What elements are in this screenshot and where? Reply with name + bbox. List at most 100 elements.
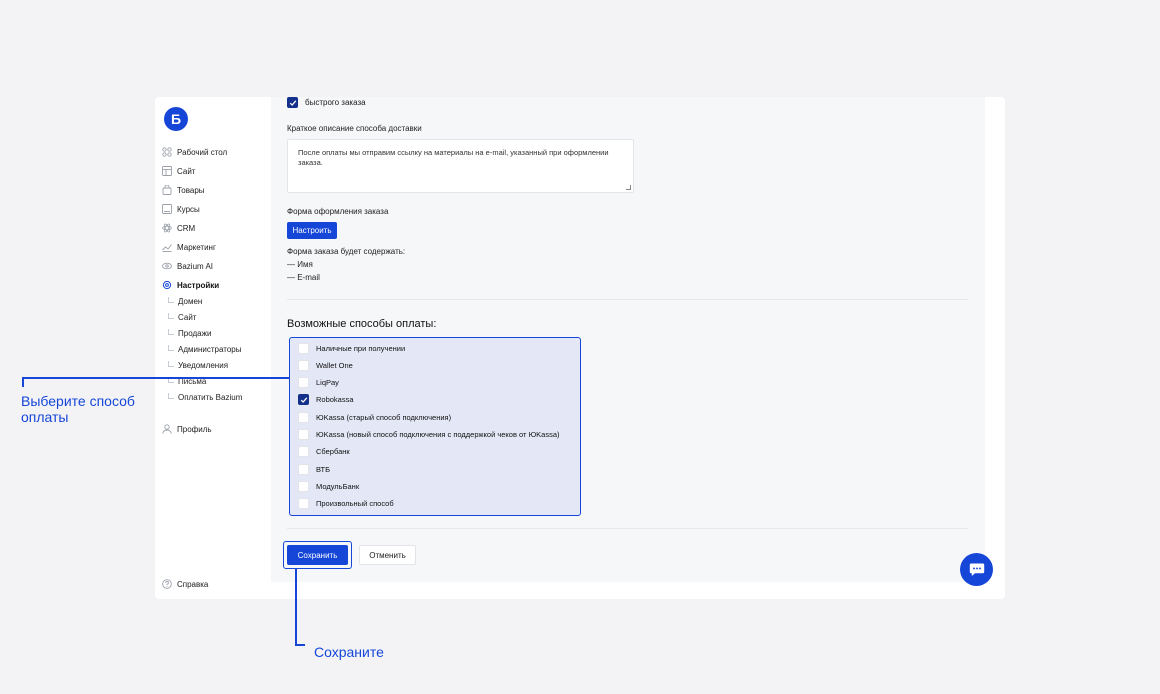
sidebar: Б Рабочий стол Сайт Товары Курсы CRM Мар [155, 97, 271, 599]
sidebar-subitem-label: Оплатить Bazium [178, 392, 243, 402]
sidebar-item-marketing[interactable]: Маркетинг [162, 240, 216, 254]
payment-method-label: Robokassa [316, 395, 354, 404]
tree-connector [168, 360, 174, 367]
payment-checkbox[interactable] [298, 498, 309, 509]
payment-checkbox[interactable] [298, 343, 309, 354]
sidebar-item-crm[interactable]: CRM [162, 221, 195, 235]
order-form-label: Форма оформления заказа [287, 207, 389, 216]
sidebar-item-label: Профиль [177, 424, 212, 434]
quick-order-row: быстрого заказа [287, 97, 366, 108]
sidebar-item-site[interactable]: Сайт [162, 164, 195, 178]
payment-method-label: Сбербанк [316, 447, 350, 456]
sidebar-item-dashboard[interactable]: Рабочий стол [162, 145, 227, 159]
sidebar-item-label: Курсы [177, 204, 200, 214]
order-form-contents-title: Форма заказа будет содержать: [287, 247, 406, 256]
sidebar-subitem-admins[interactable]: Администраторы [168, 343, 241, 355]
help-icon [162, 579, 172, 589]
payment-checkbox[interactable] [298, 377, 309, 388]
tree-connector [168, 344, 174, 351]
payment-method-row[interactable]: Произвольный способ [298, 498, 394, 509]
tree-connector [168, 296, 174, 303]
sidebar-subitem-sales[interactable]: Продажи [168, 327, 211, 339]
gear-icon [162, 280, 172, 290]
description-label: Краткое описание способа доставки [287, 124, 422, 133]
payment-checkbox[interactable] [298, 394, 309, 405]
logo[interactable]: Б [164, 107, 188, 131]
payment-hint-tick [22, 377, 24, 387]
sidebar-subitem-label: Домен [178, 296, 203, 306]
payment-method-label: ВТБ [316, 465, 331, 474]
save-button[interactable]: Сохранить [287, 545, 348, 565]
payment-checkbox[interactable] [298, 481, 309, 492]
sidebar-item-products[interactable]: Товары [162, 183, 205, 197]
payment-checkbox[interactable] [298, 446, 309, 457]
check-icon [300, 396, 307, 403]
sidebar-item-settings[interactable]: Настройки [162, 278, 219, 292]
sidebar-subitem-pay-bazium[interactable]: Оплатить Bazium [168, 391, 242, 403]
sidebar-subitem-notifications[interactable]: Уведомления [168, 359, 228, 371]
sidebar-subitem-site[interactable]: Сайт [168, 311, 196, 323]
resize-handle[interactable] [626, 185, 631, 190]
order-form-field: — E-mail [287, 273, 320, 282]
sidebar-item-label: Маркетинг [177, 242, 216, 252]
bag-icon [162, 185, 172, 195]
payment-checkbox[interactable] [298, 464, 309, 475]
payment-checkbox[interactable] [298, 360, 309, 371]
sidebar-item-label: Bazium AI [177, 261, 214, 271]
save-hint-text: Сохраните [314, 644, 384, 660]
payment-method-label: LiqPay [316, 378, 339, 387]
divider [287, 299, 968, 300]
sidebar-item-help[interactable]: Справка [162, 577, 208, 591]
payment-method-row[interactable]: МодульБанк [298, 481, 359, 492]
quick-order-checkbox[interactable] [287, 97, 298, 108]
payment-method-label: Произвольный способ [316, 499, 394, 508]
grid-icon [162, 147, 172, 157]
tree-connector [168, 312, 174, 319]
payment-method-row[interactable]: Robokassa [298, 394, 354, 405]
payment-method-row[interactable]: LiqPay [298, 377, 339, 388]
payment-checkbox[interactable] [298, 429, 309, 440]
divider [287, 528, 968, 529]
description-textarea[interactable]: После оплаты мы отправим ссылку на матер… [287, 139, 634, 193]
sidebar-item-courses[interactable]: Курсы [162, 202, 200, 216]
sidebar-item-label: Справка [177, 579, 209, 589]
sidebar-subitem-label: Администраторы [178, 344, 242, 354]
sidebar-subitem-label: Продажи [178, 328, 212, 338]
configure-button[interactable]: Настроить [287, 222, 337, 239]
payment-method-row[interactable]: Наличные при получении [298, 343, 405, 354]
sidebar-item-profile[interactable]: Профиль [162, 422, 212, 436]
payment-methods-title: Возможные способы оплаты: [287, 318, 437, 330]
payment-methods-list: Наличные при получении Wallet One LiqPay… [289, 337, 581, 516]
payment-method-label: Wallet One [316, 361, 353, 370]
tree-connector [168, 328, 174, 335]
payment-method-row[interactable]: ВТБ [298, 464, 330, 475]
payment-method-row[interactable]: ЮKassa (старый способ подключения) [298, 412, 451, 423]
payment-hint-text: Выберите способ оплаты [21, 393, 135, 425]
description-value: После оплаты мы отправим ссылку на матер… [298, 148, 609, 167]
order-form-field: — Имя [287, 260, 313, 269]
save-hint-line [295, 569, 297, 645]
sidebar-item-bazium-ai[interactable]: Bazium AI [162, 259, 213, 273]
payment-method-label: ЮKassa (старый способ подключения) [316, 413, 452, 422]
payment-hint-line [22, 377, 290, 379]
sidebar-subitem-label: Сайт [178, 312, 197, 322]
payment-method-row[interactable]: Сбербанк [298, 446, 350, 457]
sidebar-subitem-domain[interactable]: Домен [168, 295, 202, 307]
sidebar-subitem-label: Уведомления [178, 360, 229, 370]
user-icon [162, 424, 172, 434]
cancel-button[interactable]: Отменить [359, 545, 416, 565]
payment-method-row[interactable]: Wallet One [298, 360, 353, 371]
payment-method-row[interactable]: ЮKassa (новый способ подключения с подде… [298, 429, 559, 440]
payment-method-label: МодульБанк [316, 482, 360, 491]
chat-button[interactable] [960, 553, 993, 586]
sidebar-item-label: Сайт [177, 166, 196, 176]
logo-letter: Б [170, 111, 182, 127]
chart-icon [162, 242, 172, 252]
book-icon [162, 204, 172, 214]
chat-icon [969, 563, 984, 576]
payment-checkbox[interactable] [298, 412, 309, 423]
payment-method-label: ЮKassa (новый способ подключения с подде… [316, 430, 560, 439]
sidebar-item-label: Товары [177, 185, 205, 195]
sidebar-item-label: Настройки [177, 280, 220, 290]
ai-icon [162, 261, 172, 271]
